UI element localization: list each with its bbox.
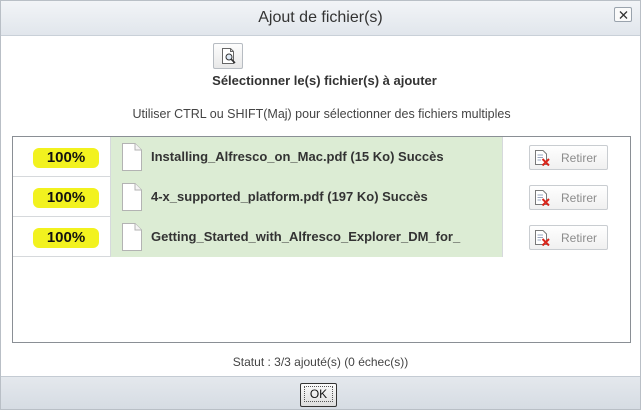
upload-status: Statut : 3/3 ajouté(s) (0 échec(s))	[232, 355, 409, 369]
progress-percent: 100%	[33, 148, 99, 168]
file-name-status: Getting_Started_with_Alfresco_Explorer_D…	[151, 229, 461, 244]
close-icon	[619, 11, 628, 19]
remove-button[interactable]: Retirer	[529, 185, 608, 210]
upload-dialog: Ajout de fichier(s) Sélectionner le(s) f…	[0, 0, 641, 410]
close-button[interactable]	[614, 7, 632, 22]
remove-file-icon	[535, 190, 550, 206]
progress-cell: 100%	[13, 137, 111, 177]
remove-file-icon	[535, 150, 550, 166]
document-icon	[122, 183, 142, 211]
document-icon	[122, 223, 142, 251]
file-cell: Installing_Alfresco_on_Mac.pdf (15 Ko) S…	[111, 137, 503, 177]
multi-select-hint: Utiliser CTRL ou SHIFT(Maj) pour sélecti…	[132, 107, 511, 121]
file-row: 100% 4-x_supported_platform.pdf (197 Ko)…	[13, 177, 630, 217]
remove-button-label: Retirer	[561, 191, 598, 205]
file-cell: 4-x_supported_platform.pdf (197 Ko) Succ…	[111, 177, 503, 217]
dialog-footer: OK	[1, 376, 640, 409]
progress-cell: 100%	[13, 217, 111, 257]
file-list: 100% Installing_Alfresco_on_Mac.pdf (15 …	[12, 136, 631, 343]
document-icon	[122, 143, 142, 171]
file-row: 100% Getting_Started_with_Alfresco_Explo…	[13, 217, 630, 257]
dialog-titlebar: Ajout de fichier(s)	[1, 1, 640, 36]
action-cell: Retirer	[503, 177, 630, 217]
file-row: 100% Installing_Alfresco_on_Mac.pdf (15 …	[13, 137, 630, 177]
remove-button[interactable]: Retirer	[529, 225, 608, 250]
action-cell: Retirer	[503, 137, 630, 177]
file-name-status: Installing_Alfresco_on_Mac.pdf (15 Ko) S…	[151, 149, 444, 164]
action-cell: Retirer	[503, 217, 630, 257]
remove-button[interactable]: Retirer	[529, 145, 608, 170]
select-files-button[interactable]	[213, 43, 243, 69]
dialog-title: Ajout de fichier(s)	[258, 9, 383, 26]
remove-button-label: Retirer	[561, 231, 598, 245]
progress-percent: 100%	[33, 228, 99, 248]
file-browse-icon	[222, 48, 236, 64]
file-cell: Getting_Started_with_Alfresco_Explorer_D…	[111, 217, 503, 257]
remove-file-icon	[535, 230, 550, 246]
select-files-label: Sélectionner le(s) fichier(s) à ajouter	[212, 73, 437, 88]
ok-button[interactable]: OK	[300, 383, 337, 407]
file-name-status: 4-x_supported_platform.pdf (197 Ko) Succ…	[151, 189, 428, 204]
remove-button-label: Retirer	[561, 151, 598, 165]
ok-button-label: OK	[303, 386, 334, 402]
progress-cell: 100%	[13, 177, 111, 217]
progress-percent: 100%	[33, 188, 99, 208]
